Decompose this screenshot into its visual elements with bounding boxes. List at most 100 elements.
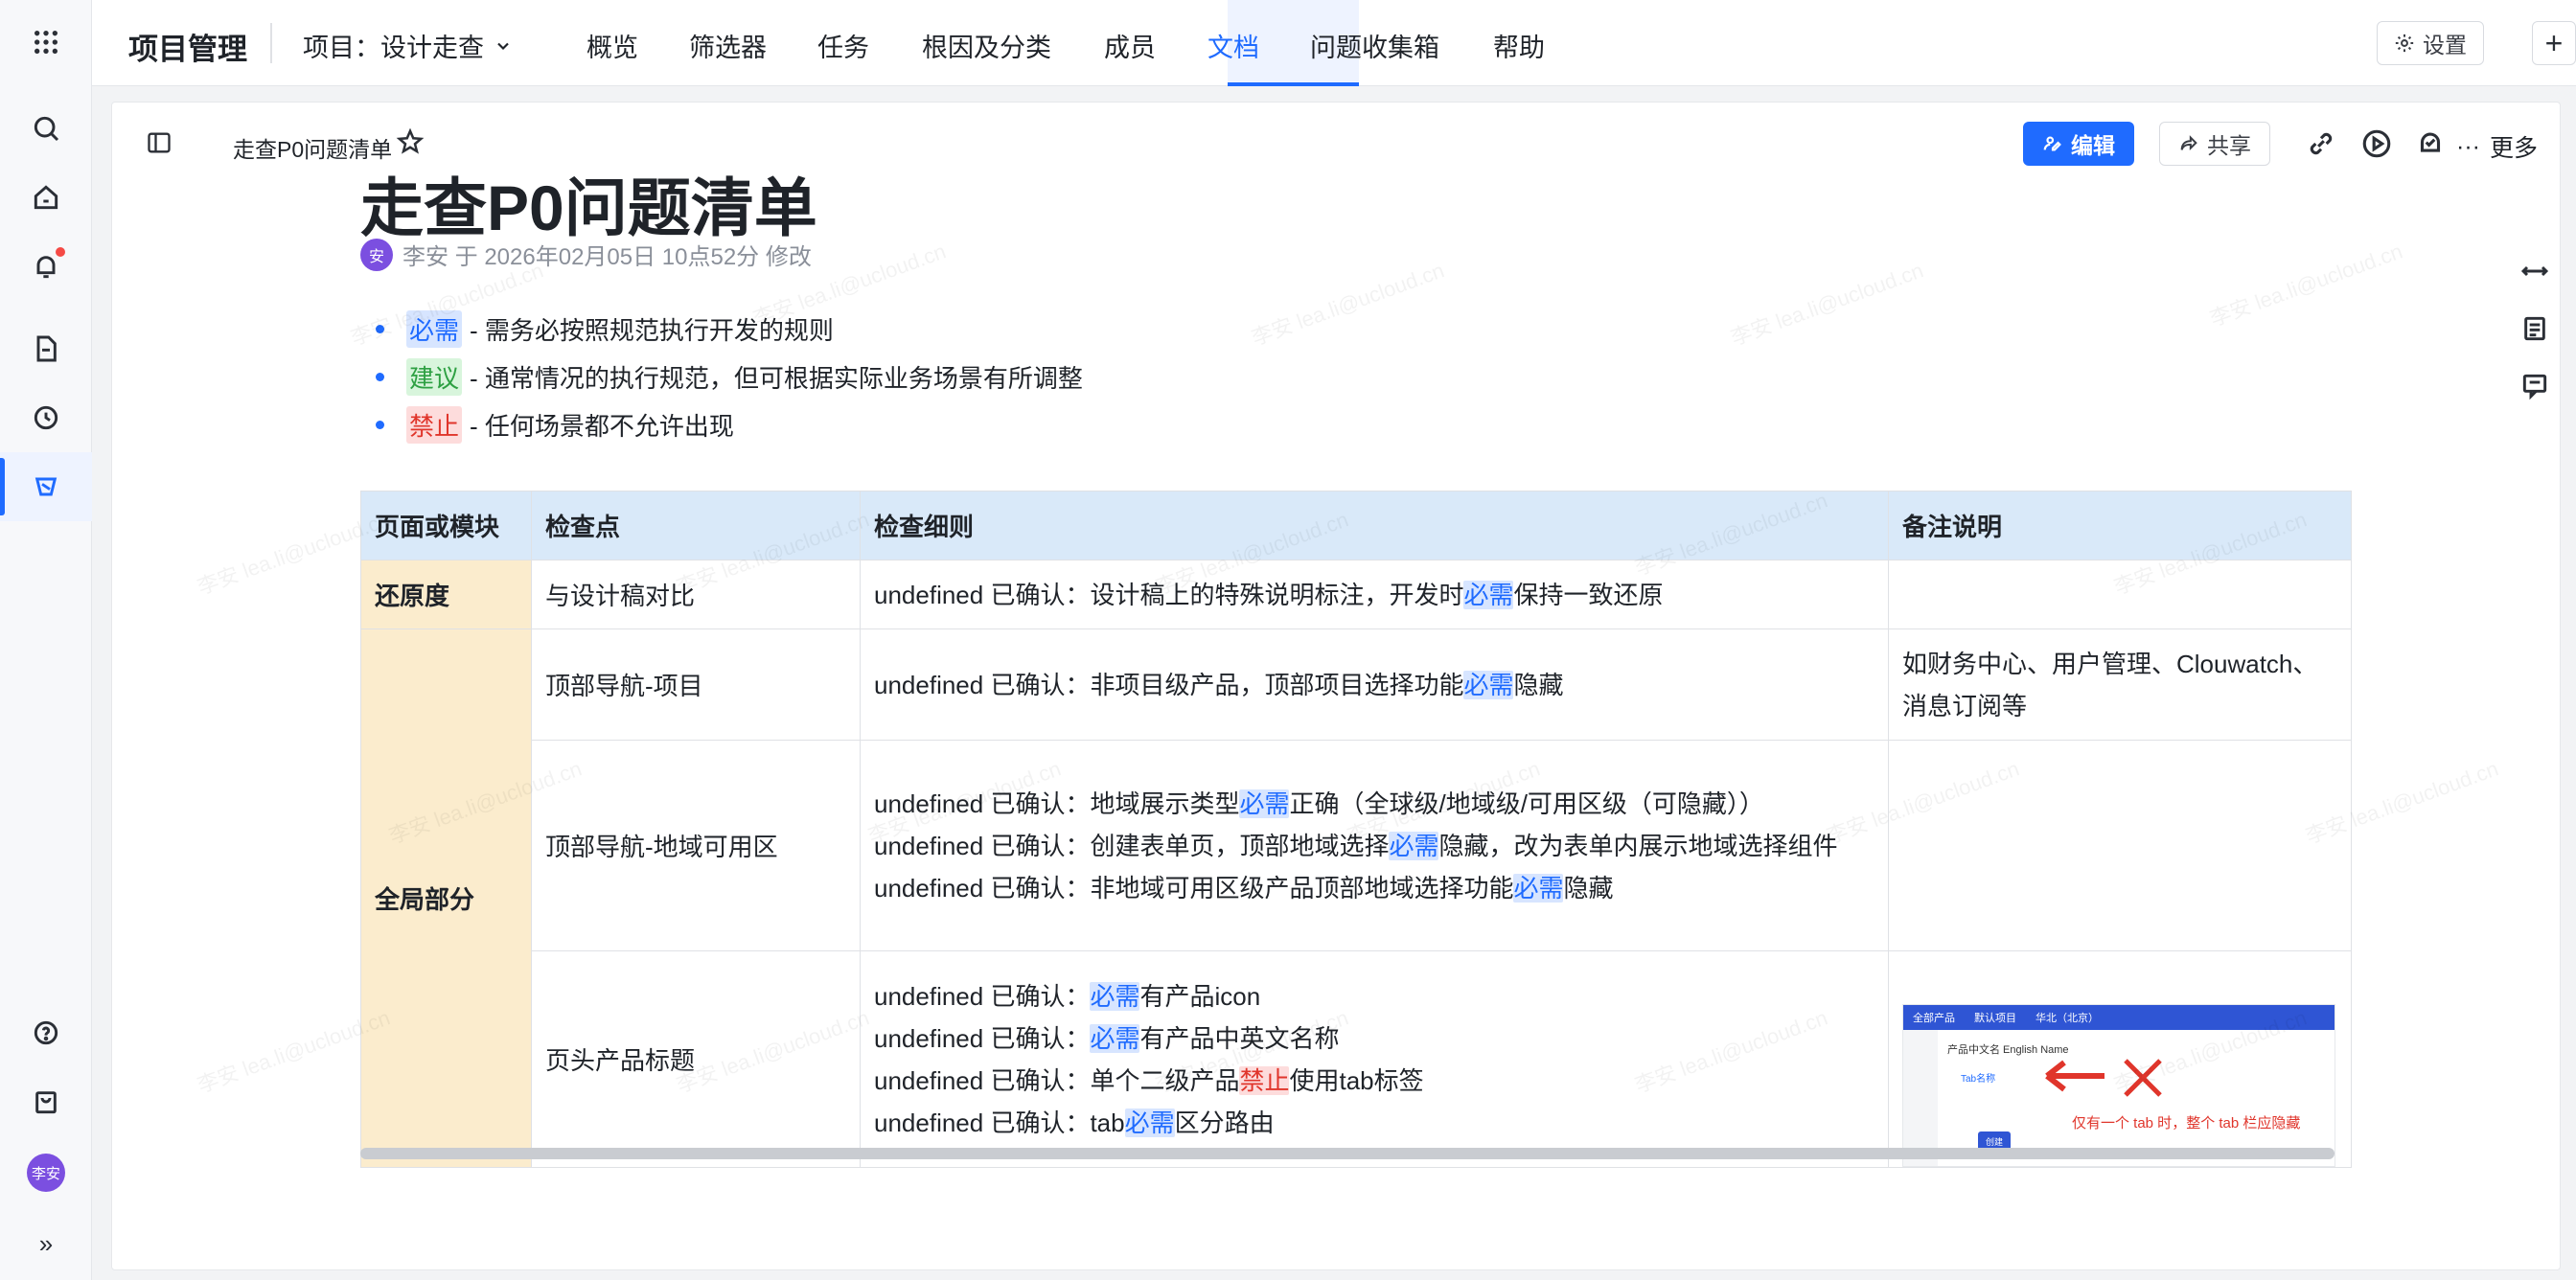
grid-icon[interactable] — [0, 8, 92, 77]
search-icon[interactable] — [0, 94, 92, 163]
table-header-row: 页面或模块 检查点 检查细则 备注说明 — [360, 491, 2352, 560]
help-icon[interactable] — [0, 998, 92, 1067]
mini-topbar: 全部产品 默认项目 华北（北京） — [1903, 1005, 2334, 1030]
settings-button[interactable]: 设置 — [2377, 21, 2484, 65]
details-cell: undefined 已确认：非项目级产品，顶部项目选择功能必需隐藏 — [860, 629, 1889, 741]
highlight-tag: 禁止 — [1239, 1065, 1290, 1095]
chevron-down-icon — [497, 42, 509, 50]
comment-panel-icon[interactable] — [2519, 371, 2550, 401]
home-icon[interactable] — [0, 163, 92, 232]
mini-tab-label: Tab名称 — [1961, 1074, 1996, 1085]
tab-root-cause[interactable]: 根因及分类 — [922, 27, 1051, 64]
nav-divider — [270, 23, 272, 63]
sidebar-toggle-icon[interactable] — [145, 129, 173, 156]
mini-annotation: 仅有一个 tab 时，整个 tab 栏应隐藏 — [2072, 1115, 2301, 1131]
red-arrow-icon — [2037, 1053, 2172, 1104]
highlight-tag: 必需 — [1389, 831, 1439, 860]
example-screenshot: 全部产品 默认项目 华北（北京） 产品中文名 English Name Tab名称 创建仅… — [1902, 1004, 2335, 1167]
details-cell: undefined 已确认：地域展示类型必需 正确（全球级/地域级/可用区级（可隐… — [860, 740, 1889, 951]
mini-topbar-item: 默认项目 — [1974, 1013, 2016, 1024]
table-row: 全局部分 顶部导航-项目 undefined 已确认：非项目级产品，顶部项目选择功能… — [360, 629, 2352, 1168]
edit-label: 编辑 — [2071, 133, 2115, 158]
app-root: 李安 » 项目管理 项目：设计走查 概览 筛选器 任务 根因及分类 成员 文档 … — [0, 0, 2576, 1280]
detail-text: undefined 已确认：设计稿上的特殊说明标注，开发时 — [874, 580, 1464, 609]
tab-help[interactable]: 帮助 — [1493, 27, 1545, 64]
detail-text: undefined 已确认：单个二级产品 — [874, 1065, 1240, 1095]
tab-filters[interactable]: 筛选器 — [689, 27, 767, 64]
highlight-tag: 必需 — [1463, 670, 1514, 699]
share-icon — [2180, 135, 2197, 151]
detail-text: 隐藏，改为表单内展示地域选择组件 — [1438, 831, 1838, 860]
horizontal-scrollbar[interactable] — [360, 1148, 2334, 1159]
note-cell: 全部产品 默认项目 华北（北京） 产品中文名 English Name Tab名称 创建仅… — [1888, 950, 2352, 1168]
header-module: 页面或模块 — [360, 491, 532, 560]
expand-icon[interactable]: » — [0, 1209, 92, 1278]
check-cell: 顶部导航-地域可用区 — [531, 740, 861, 951]
more-label: 更多 — [2489, 135, 2538, 162]
top-nav: 项目管理 项目：设计走查 概览 筛选器 任务 根因及分类 成员 文档 问题收集箱… — [92, 0, 2576, 86]
avatar[interactable]: 李安 — [27, 1154, 65, 1192]
details-cell: undefined 已确认：设计稿上的特殊说明标注，开发时必需保持一致还原 — [860, 560, 1889, 629]
edit-button[interactable]: 编辑 — [2023, 122, 2134, 166]
table-row: 页头产品标题 undefined 已确认：必需有产品icon undefined 已… — [361, 950, 2352, 1168]
outline-icon[interactable] — [2519, 313, 2550, 344]
detail-line: undefined 已确认：必需有产品中英文名称 — [874, 1017, 1874, 1060]
details-cell: undefined 已确认：必需有产品icon undefined 已确认：必需有… — [860, 950, 1889, 1168]
mini-topbar-item: 华北（北京） — [2036, 1013, 2099, 1024]
detail-line: undefined 已确认：地域展示类型必需正确（全球级/地域级/可用区级（可隐… — [874, 783, 1874, 825]
clock-icon[interactable] — [0, 383, 92, 452]
check-cell: 顶部导航-项目 — [531, 629, 861, 741]
detail-line: undefined 已确认：单个二级产品禁止使用tab标签 — [874, 1060, 1874, 1102]
document-icon[interactable] — [0, 314, 92, 383]
play-icon[interactable] — [2360, 127, 2393, 160]
app-title: 项目管理 — [128, 33, 247, 66]
box-icon[interactable] — [0, 1067, 92, 1136]
doc-meta: 安 李安 于 2026年02月05日 10点52分 修改 — [360, 238, 812, 271]
document-title: 走查P0问题清单 — [360, 172, 817, 243]
add-button[interactable]: + — [2532, 21, 2576, 65]
list-item: 必需 - 需务必按照规范执行开发的规则 — [374, 305, 1083, 353]
link-icon[interactable] — [2305, 127, 2337, 160]
plus-icon: + — [2544, 25, 2564, 60]
width-toggle-icon[interactable] — [2519, 256, 2550, 286]
share-button[interactable]: 共享 — [2159, 122, 2270, 166]
more-dots-icon: ··· — [2456, 132, 2480, 160]
tab-members[interactable]: 成员 — [1104, 27, 1156, 64]
table-row: 顶部导航-地域可用区 undefined 已确认：地域展示类型必需 正确（全球级/地… — [361, 740, 2352, 951]
highlight-tag: 必需 — [1090, 1023, 1140, 1053]
detail-text: undefined 已确认： — [874, 1023, 1091, 1053]
highlight-tag: 必需 — [1463, 580, 1514, 609]
legend-text: - 通常情况的执行规范，但可根据实际业务场景有所调整 — [470, 363, 1083, 393]
project-selector[interactable]: 项目：设计走查 — [303, 27, 513, 64]
vertical-scrollbar[interactable] — [2560, 246, 2561, 428]
tab-documents[interactable]: 文档 — [1208, 27, 1259, 64]
module-cell: 全局部分 — [360, 629, 532, 1168]
edit-icon — [2043, 136, 2061, 151]
detail-text: 有产品中英文名称 — [1139, 1023, 1340, 1053]
detail-text: 正确（全球级/地域级/可用区级（可隐藏）） — [1289, 789, 1764, 818]
legend-text: - 需务必按照规范执行开发的规则 — [470, 315, 834, 345]
header-details: 检查细则 — [860, 491, 1889, 560]
mini-topbar-item: 全部产品 — [1913, 1013, 1955, 1024]
notify-icon[interactable] — [2414, 127, 2447, 160]
star-icon[interactable] — [396, 127, 425, 156]
detail-text: 保持一致还原 — [1513, 580, 1664, 609]
module-cell: 还原度 — [360, 560, 532, 629]
legend-text: - 任何场景都不允许出现 — [470, 411, 734, 441]
detail-text: 隐藏 — [1513, 670, 1564, 699]
detail-line: undefined 已确认：tab必需区分路由 — [874, 1102, 1874, 1144]
tab-issue-inbox[interactable]: 问题收集箱 — [1310, 27, 1439, 64]
more-button[interactable]: ··· 更多 — [2456, 129, 2538, 164]
detail-line: undefined 已确认：非地域可用区级产品顶部地域选择功能必需隐藏 — [874, 867, 1874, 909]
bell-icon[interactable] — [0, 232, 92, 301]
tab-overview[interactable]: 概览 — [586, 27, 638, 64]
list-item: 建议 - 通常情况的执行规范，但可根据实际业务场景有所调整 — [374, 353, 1083, 400]
project-selector-label: 项目：设计走查 — [303, 34, 484, 62]
detail-text: undefined 已确认：地域展示类型 — [874, 789, 1240, 818]
tab-tasks[interactable]: 任务 — [817, 27, 869, 64]
project-icon[interactable] — [0, 452, 92, 521]
left-rail: 李安 » — [0, 0, 92, 1280]
table-body: 还原度 与设计稿对比 undefined 已确认：设计稿上的特殊说明标注，开发时必需… — [360, 560, 2352, 1168]
detail-text: 使用tab标签 — [1289, 1065, 1424, 1095]
share-label: 共享 — [2207, 133, 2251, 158]
